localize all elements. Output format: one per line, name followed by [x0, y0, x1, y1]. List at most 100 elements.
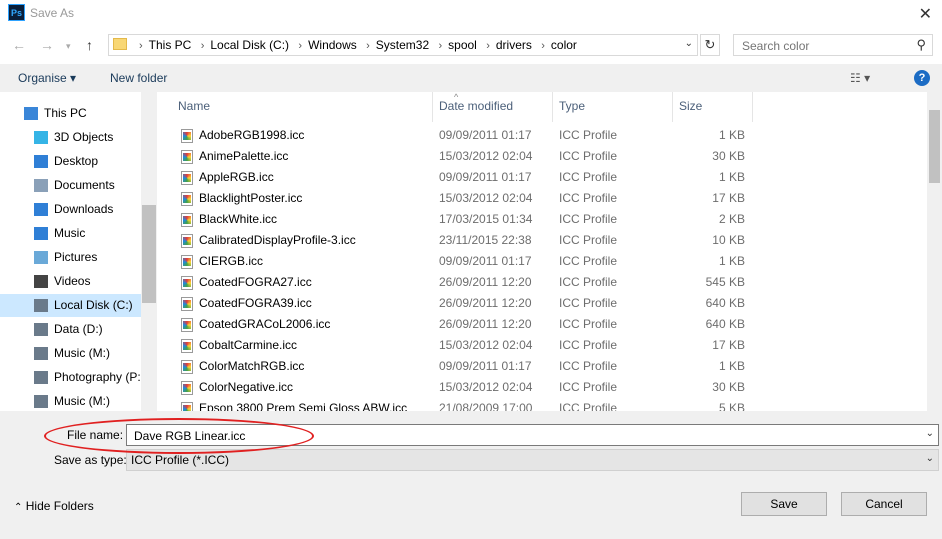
help-icon[interactable]: ? [914, 70, 930, 86]
column-divider[interactable] [432, 92, 433, 122]
sidebar-item[interactable]: Music [0, 222, 141, 245]
drive-icon [34, 323, 48, 336]
close-icon[interactable]: ✕ [919, 4, 932, 24]
chevron-right-icon: › [486, 40, 490, 52]
icc-file-icon [181, 234, 193, 248]
crumb-system32[interactable]: System32 [376, 38, 429, 52]
sidebar-item[interactable]: Data (D:) [0, 318, 141, 341]
file-row[interactable]: BlacklightPoster.icc 15/03/2012 02:04 ICC … [157, 188, 927, 209]
chevron-down-icon[interactable]: ⌄ [926, 428, 934, 439]
column-header-type[interactable]: Type [559, 99, 585, 113]
file-row[interactable]: AdobeRGB1998.icc 09/09/2011 01:17 ICC Prof… [157, 125, 927, 146]
icc-file-icon [181, 129, 193, 143]
file-row[interactable]: Epson 3800 Prem Semi Gloss ABW.icc 21/08/… [157, 398, 927, 411]
search-box[interactable]: ⚲ [733, 34, 933, 56]
refresh-icon[interactable]: ↻ [700, 34, 720, 56]
sidebar-item[interactable]: Pictures [0, 246, 141, 269]
hide-folders-button[interactable]: ⌃ Hide Folders [14, 499, 94, 513]
sidebar-item[interactable]: Desktop [0, 150, 141, 173]
sidebar-item[interactable]: Local Disk (C:) [0, 294, 141, 317]
file-date: 26/09/2011 12:20 [439, 317, 532, 331]
file-name: CIERGB.icc [199, 254, 264, 268]
file-row[interactable]: AppleRGB.icc 09/09/2011 01:17 ICC Profile 1… [157, 167, 927, 188]
file-row[interactable]: CIERGB.icc 09/09/2011 01:17 ICC Profile 1 K… [157, 251, 927, 272]
icc-file-icon [181, 213, 193, 227]
up-arrow-icon[interactable]: ↑ [86, 37, 93, 53]
file-type: ICC Profile [559, 170, 618, 184]
chevron-down-icon[interactable]: ⌄ [685, 38, 693, 49]
file-row[interactable]: CoatedGRACoL2006.icc 26/09/2011 12:20 ICC … [157, 314, 927, 335]
new-folder-button[interactable]: New folder [110, 71, 167, 85]
crumb-windows[interactable]: Windows [308, 38, 357, 52]
file-list-scrollbar-thumb[interactable] [929, 110, 940, 183]
sidebar-item[interactable]: Videos [0, 270, 141, 293]
sidebar-item[interactable]: Music (M:) [0, 390, 141, 411]
file-date: 17/03/2015 01:34 [439, 212, 533, 226]
recent-chevron-icon[interactable]: ▾ [66, 41, 71, 52]
file-row[interactable]: CalibratedDisplayProfile-3.icc 23/11/2015… [157, 230, 927, 251]
file-type: ICC Profile [559, 149, 618, 163]
drive-icon [34, 395, 48, 408]
file-row[interactable]: CobaltCarmine.icc 15/03/2012 02:04 ICC Pro… [157, 335, 927, 356]
crumb-local-disk[interactable]: Local Disk (C:) [210, 38, 289, 52]
crumb-color[interactable]: color [551, 38, 577, 52]
icc-file-icon [181, 402, 193, 411]
save-as-type-select[interactable]: ICC Profile (*.ICC) ⌄ [126, 449, 939, 471]
address-bar[interactable]: › This PC › Local Disk (C:) › Windows › Syst… [108, 34, 698, 56]
sidebar-item[interactable]: Photography (P: [0, 366, 141, 389]
view-options-icon[interactable]: ☷ ▾ [850, 71, 870, 85]
organise-button[interactable]: Organise ▾ [18, 71, 76, 85]
file-row[interactable]: CoatedFOGRA39.icc 26/09/2011 12:20 ICC Pro… [157, 293, 927, 314]
file-list: ^ Name Date modified Type Size AdobeRGB1… [157, 92, 942, 411]
column-divider[interactable] [552, 92, 553, 122]
forward-arrow-icon[interactable]: → [40, 37, 54, 53]
file-row[interactable]: BlackWhite.icc 17/03/2015 01:34 ICC Profil… [157, 209, 927, 230]
sidebar-item[interactable]: Music (M:) [0, 342, 141, 365]
search-icon[interactable]: ⚲ [916, 37, 926, 53]
column-divider[interactable] [752, 92, 753, 122]
chevron-down-icon[interactable]: ⌄ [926, 453, 934, 464]
sidebar-item[interactable]: 3D Objects [0, 126, 141, 149]
file-size: 640 KB [705, 317, 745, 331]
save-button[interactable]: Save [741, 492, 827, 516]
file-size: 30 KB [712, 149, 745, 163]
search-input[interactable] [740, 36, 914, 56]
hide-folders-label: Hide Folders [25, 499, 94, 513]
cancel-button[interactable]: Cancel [841, 492, 927, 516]
back-arrow-icon[interactable]: ← [12, 37, 26, 53]
crumb-spool[interactable]: spool [448, 38, 477, 52]
file-row[interactable]: ColorMatchRGB.icc 09/09/2011 01:17 ICC Pro… [157, 356, 927, 377]
column-header-size[interactable]: Size [679, 99, 702, 113]
sidebar-item-label: Pictures [54, 250, 98, 264]
file-row[interactable]: ColorNegative.icc 15/03/2012 02:04 ICC Pro… [157, 377, 927, 398]
crumb-drivers[interactable]: drivers [496, 38, 532, 52]
music-icon [34, 227, 48, 240]
file-type: ICC Profile [559, 359, 618, 373]
command-bar: Organise ▾ New folder ☷ ▾ ? [0, 64, 942, 92]
chevron-right-icon: › [541, 40, 545, 52]
file-name-field[interactable]: ⌄ [126, 424, 939, 446]
file-size: 1 KB [718, 128, 745, 142]
file-name-input[interactable] [132, 426, 916, 446]
file-type: ICC Profile [559, 191, 618, 205]
column-divider[interactable] [672, 92, 673, 122]
file-name: BlacklightPoster.icc [199, 191, 303, 205]
file-size: 1 KB [718, 254, 745, 268]
sidebar-item-label: Documents [54, 178, 115, 192]
file-name: CalibratedDisplayProfile-3.icc [199, 233, 356, 247]
crumb-this-pc[interactable]: This PC [149, 38, 192, 52]
picture-icon [34, 251, 48, 264]
file-row[interactable]: AnimePalette.icc 15/03/2012 02:04 ICC Prof… [157, 146, 927, 167]
file-row[interactable]: CoatedFOGRA27.icc 26/09/2011 12:20 ICC Pro… [157, 272, 927, 293]
sidebar-item-label: Music (M:) [54, 346, 110, 360]
sidebar-item[interactable]: This PC [0, 102, 141, 125]
sidebar-item[interactable]: Downloads [0, 198, 141, 221]
sidebar-item[interactable]: Documents [0, 174, 141, 197]
sidebar-scrollbar-thumb[interactable] [142, 205, 156, 303]
file-size: 17 KB [712, 191, 745, 205]
chevron-up-icon: ⌃ [14, 502, 23, 513]
column-header-date[interactable]: Date modified [439, 99, 513, 113]
drive-icon [34, 347, 48, 360]
column-header-name[interactable]: Name [178, 99, 210, 113]
file-type: ICC Profile [559, 296, 618, 310]
